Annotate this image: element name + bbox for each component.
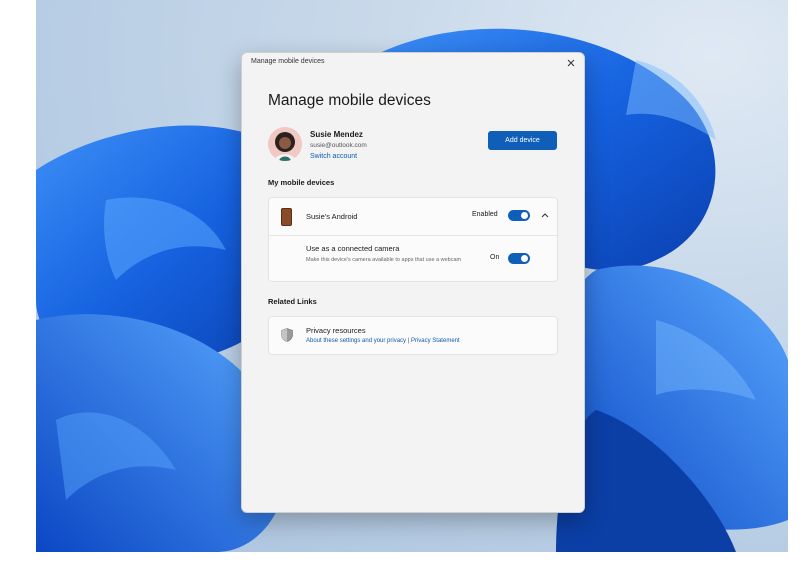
my-mobile-devices-heading: My mobile devices (268, 178, 335, 187)
switch-account-link[interactable]: Switch account (310, 153, 357, 160)
shield-icon (281, 328, 293, 342)
device-status-label: Enabled (472, 211, 498, 218)
titlebar: Manage mobile devices (242, 53, 584, 73)
window-title: Manage mobile devices (251, 58, 325, 65)
camera-setting-state: On (490, 254, 500, 261)
manage-mobile-devices-dialog: Manage mobile devices Manage mobile devi… (241, 52, 585, 513)
camera-setting-title: Use as a connected camera (306, 244, 400, 253)
divider (269, 235, 557, 236)
toggle-knob (521, 212, 528, 219)
camera-setting-description: Make this device's camera available to a… (306, 257, 462, 263)
phone-icon (281, 208, 292, 226)
privacy-resources-card: Privacy resources About these settings a… (268, 316, 558, 355)
device-enabled-toggle[interactable] (508, 210, 530, 221)
device-name: Susie's Android (306, 212, 358, 221)
privacy-resources-title: Privacy resources (306, 326, 366, 335)
camera-toggle[interactable] (508, 253, 530, 264)
toggle-knob (521, 255, 528, 262)
close-icon (567, 59, 575, 67)
link-separator: | (407, 338, 410, 344)
privacy-links: About these settings and your privacy | … (306, 338, 460, 344)
collapse-device-button[interactable] (540, 210, 550, 220)
chevron-up-icon (541, 212, 549, 217)
privacy-statement-link[interactable]: Privacy Statement (411, 338, 460, 344)
device-card: Susie's Android Enabled Use as a connect… (268, 197, 558, 282)
add-device-button[interactable]: Add device (488, 131, 557, 150)
related-links-heading: Related Links (268, 297, 317, 306)
avatar (268, 127, 302, 161)
about-settings-privacy-link[interactable]: About these settings and your privacy (306, 338, 406, 344)
close-button[interactable] (564, 56, 578, 70)
page-title: Manage mobile devices (268, 92, 431, 109)
account-email: susie@outlook.com (310, 142, 367, 149)
account-name: Susie Mendez (310, 130, 363, 139)
